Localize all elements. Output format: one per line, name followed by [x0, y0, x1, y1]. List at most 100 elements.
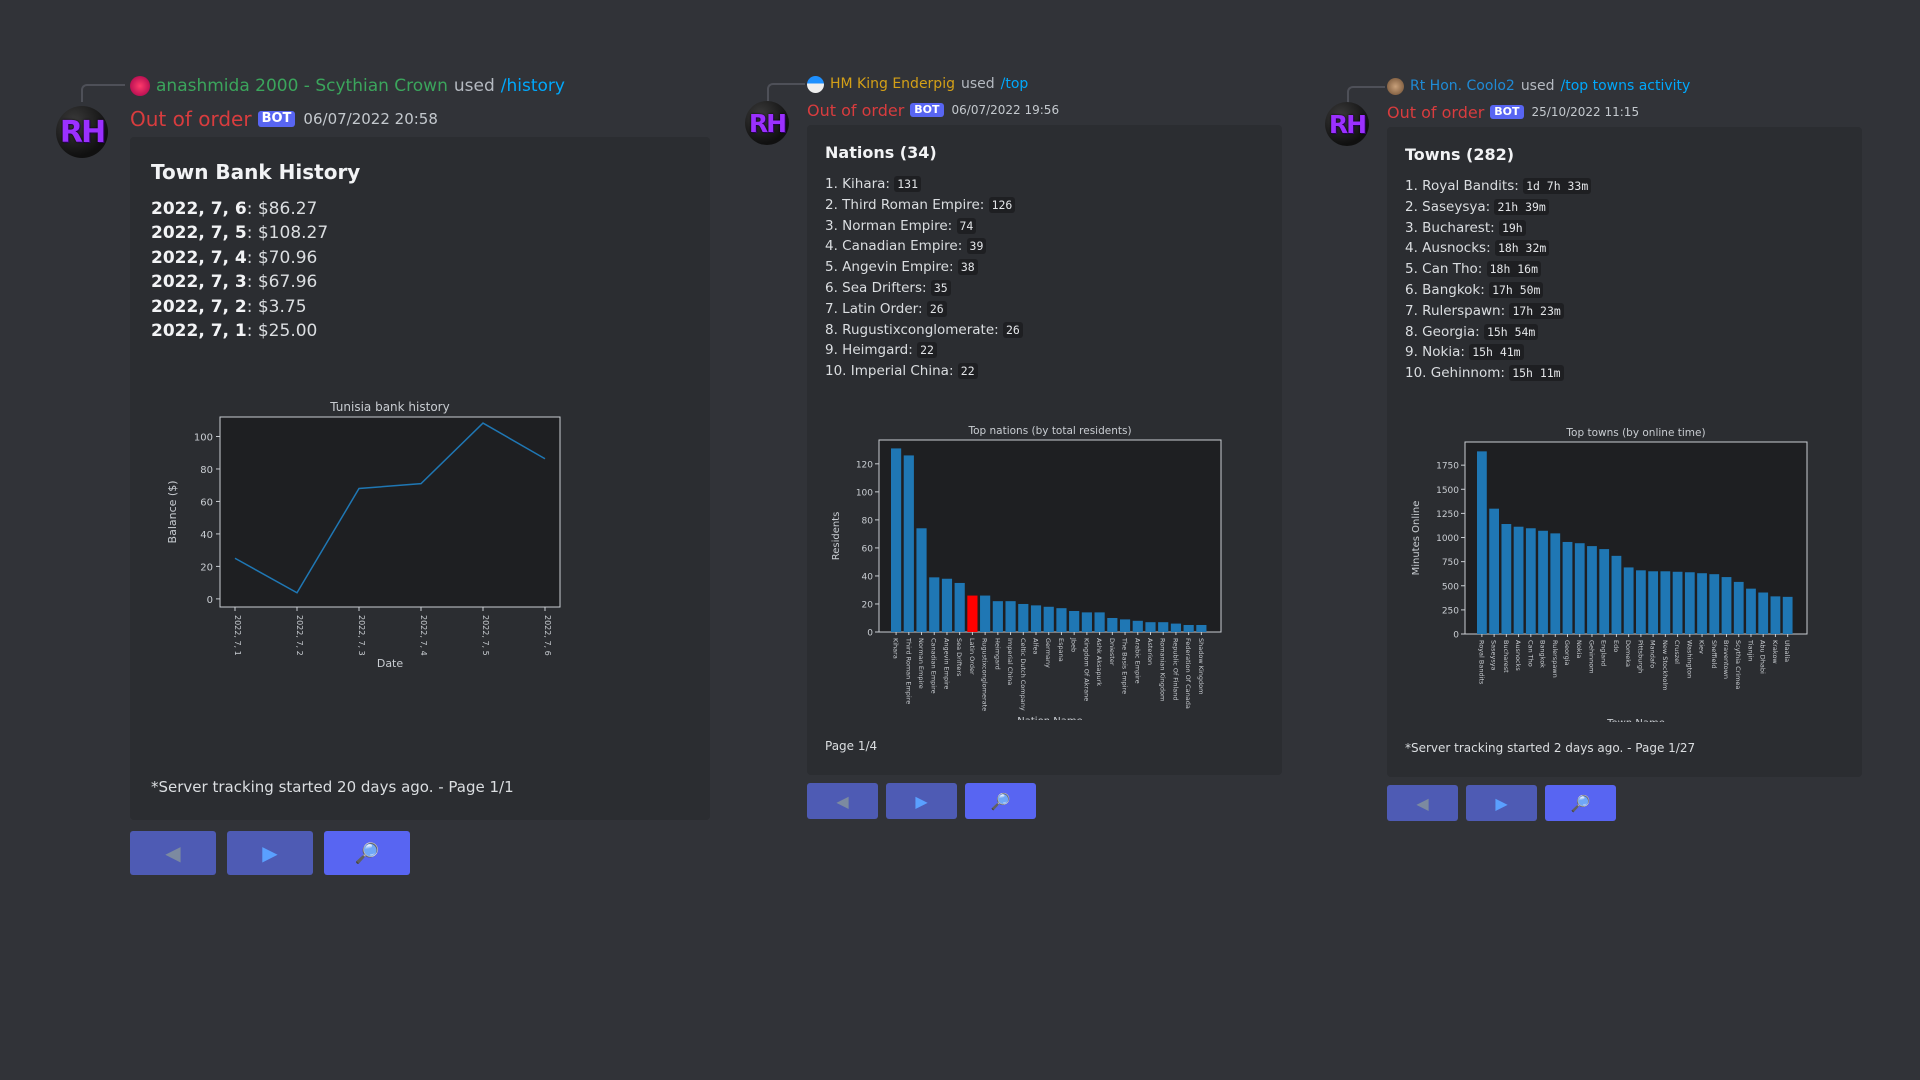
y-axis-label: Minutes Online — [1411, 501, 1422, 576]
bar — [1196, 624, 1207, 632]
bot-avatar[interactable]: RH — [745, 101, 789, 145]
timestamp: 06/07/2022 19:56 — [951, 103, 1060, 117]
bar — [1684, 572, 1695, 634]
bar — [1697, 573, 1707, 634]
list-item: 6. Bangkok: 17h 50m — [1405, 280, 1591, 301]
bot-avatar[interactable]: RH — [56, 106, 108, 158]
next-button[interactable]: ▶ — [1466, 785, 1537, 821]
bar — [1477, 451, 1487, 634]
bar — [980, 595, 991, 632]
x-axis-label: Town Name — [1606, 718, 1665, 722]
date-label: 2022, 7, 6 — [151, 199, 247, 219]
y-tick-label: 750 — [1442, 558, 1459, 568]
reply-username[interactable]: HM King Enderpig — [830, 76, 955, 92]
x-tick-label: New Stockholm — [1661, 640, 1669, 690]
x-tick-label: Canadian Empire — [930, 638, 938, 694]
bar — [967, 595, 978, 632]
embed-footer: *Server tracking started 20 days ago. - … — [151, 778, 514, 796]
item-text: 9. Nokia: — [1405, 344, 1465, 361]
x-tick-label: Arabic Empire — [1133, 638, 1141, 684]
item-value: 18h 32m — [1494, 240, 1550, 257]
x-tick-label: 2022, 7, 5 — [481, 615, 490, 656]
item-text: 8. Georgia: — [1405, 323, 1480, 340]
next-icon: ▶ — [262, 841, 278, 865]
item-value: 26 — [926, 300, 947, 317]
line-chart: Tunisia bank history 0 20 40 60 80 100 2022, 7,… — [166, 400, 561, 670]
message-header: Out of order BOT 06/07/2022 20:58 — [130, 106, 438, 132]
x-tick-label: Dniester — [1108, 638, 1116, 666]
item-text: : $67.96 — [246, 272, 318, 293]
previous-button[interactable]: ◀ — [1387, 785, 1458, 821]
user-avatar-small[interactable] — [1387, 77, 1404, 95]
list-item: 6. Sea Drifters: 35 — [825, 278, 1023, 299]
item-text: : $108.27 — [246, 223, 329, 244]
bar — [1636, 570, 1646, 634]
bot-name[interactable]: Out of order — [807, 101, 904, 120]
bot-name[interactable]: Out of order — [130, 107, 252, 131]
x-tick-label: Kihara — [892, 638, 900, 659]
item-text: 5. Angevin Empire: — [825, 259, 954, 276]
bar — [903, 455, 914, 632]
reply-header[interactable]: Rt Hon. Coolo2 used /top towns activity — [1387, 76, 1690, 96]
bar — [954, 582, 965, 632]
x-tick-label: Ausnocks — [1514, 640, 1522, 671]
bar — [916, 528, 927, 632]
x-tick-label: Angevin Empire — [942, 638, 950, 689]
bar — [1550, 533, 1561, 634]
x-tick-label: Heimgard — [993, 638, 1001, 670]
item-text: : $70.96 — [246, 247, 318, 268]
embed-title: Town Bank History — [151, 160, 361, 184]
reply-username[interactable]: Rt Hon. Coolo2 — [1410, 78, 1515, 94]
command-link[interactable]: /top towns activity — [1560, 78, 1690, 94]
previous-button[interactable]: ◀ — [130, 831, 216, 875]
item-text: 3. Bucharest: — [1405, 219, 1495, 236]
item-value: 39 — [966, 238, 987, 255]
x-tick-label: Georgia — [1563, 640, 1571, 666]
user-avatar-small[interactable] — [130, 76, 150, 96]
search-button[interactable]: 🔎 — [324, 831, 410, 875]
bar — [1599, 549, 1610, 634]
list-item: 1. Royal Bandits: 1d 7h 33m — [1405, 176, 1592, 197]
item-value: 21h 39m — [1494, 198, 1549, 215]
item-text: 6. Sea Drifters: — [825, 279, 927, 296]
search-button[interactable]: 🔎 — [1545, 785, 1616, 821]
next-button[interactable]: ▶ — [886, 783, 957, 819]
item-text: : $86.27 — [246, 199, 318, 219]
reply-header[interactable]: anashmida 2000 - Scythian Crown used /hi… — [130, 75, 565, 97]
x-tick-label: Latin Order — [968, 638, 976, 675]
bot-name[interactable]: Out of order — [1387, 103, 1484, 122]
x-tick-label: Asterion — [1146, 638, 1154, 665]
used-text: used — [960, 76, 995, 92]
x-tick-label: 2022, 7, 2 — [295, 615, 304, 656]
next-button[interactable]: ▶ — [227, 831, 313, 875]
list-item: 5. Angevin Empire: 38 — [825, 257, 1023, 278]
user-avatar-small[interactable] — [807, 75, 824, 93]
x-tick-label: 2022, 7, 1 — [233, 615, 242, 656]
y-tick-label: 20 — [862, 600, 874, 610]
item-text: 4. Ausnocks: — [1405, 240, 1491, 257]
item-value: 18h 16m — [1486, 261, 1541, 278]
y-tick-label: 80 — [862, 516, 874, 526]
list-item: 9. Nokia: 15h 41m — [1405, 342, 1591, 363]
x-tick-label: Ashk Aksapurk — [1095, 638, 1103, 686]
bar — [1005, 601, 1016, 632]
previous-button[interactable]: ◀ — [807, 783, 878, 819]
reply-header[interactable]: HM King Enderpig used /top — [807, 74, 1028, 94]
next-icon: ▶ — [1495, 793, 1508, 813]
search-button[interactable]: 🔎 — [965, 783, 1036, 819]
item-value: 1d 7h 33m — [1523, 178, 1592, 194]
command-link[interactable]: /top — [1001, 76, 1029, 92]
item-text: 9. Heimgard: — [825, 342, 913, 359]
bar — [1672, 571, 1683, 634]
item-text: 5. Can Tho: — [1405, 261, 1483, 278]
command-link[interactable]: /history — [501, 76, 565, 96]
x-tick-label: Krakow — [1771, 640, 1779, 664]
list-item: 5. Can Tho: 18h 16m — [1405, 259, 1591, 280]
bar — [1069, 610, 1080, 632]
list-item: 2022, 7, 1: $25.00 — [151, 319, 328, 343]
x-tick-label: Ulaalia — [1783, 640, 1791, 662]
list-item: 3. Norman Empire: 74 — [825, 216, 1023, 237]
reply-username[interactable]: anashmida 2000 - Scythian Crown — [156, 76, 448, 96]
y-tick-label: 1000 — [1436, 534, 1459, 544]
bot-avatar[interactable]: RH — [1325, 102, 1369, 146]
